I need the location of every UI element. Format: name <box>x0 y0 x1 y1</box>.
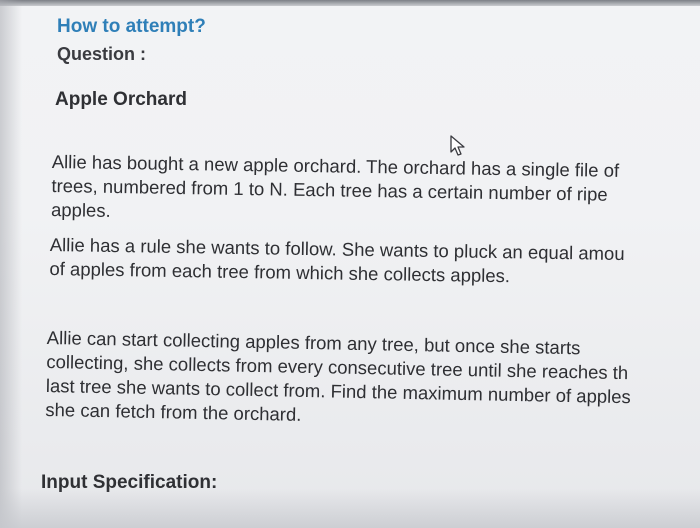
problem-statement-screen: How to attempt? Question : Apple Orchard… <box>0 0 700 528</box>
bottom-edge-shadow <box>0 488 700 528</box>
question-label: Question : <box>57 44 146 64</box>
edge-shadow <box>0 0 22 528</box>
monitor-bezel <box>0 0 700 6</box>
mouse-pointer-icon <box>450 135 465 156</box>
problem-paragraph-3: Allie can start collecting apples from a… <box>45 326 632 433</box>
problem-paragraph-2: Allie has a rule she wants to follow. Sh… <box>49 233 625 290</box>
question-title: Apple Orchard <box>55 89 187 110</box>
problem-paragraph-1: Allie has bought a new apple orchard. Th… <box>51 150 619 231</box>
how-to-attempt-link[interactable]: How to attempt? <box>57 16 206 38</box>
